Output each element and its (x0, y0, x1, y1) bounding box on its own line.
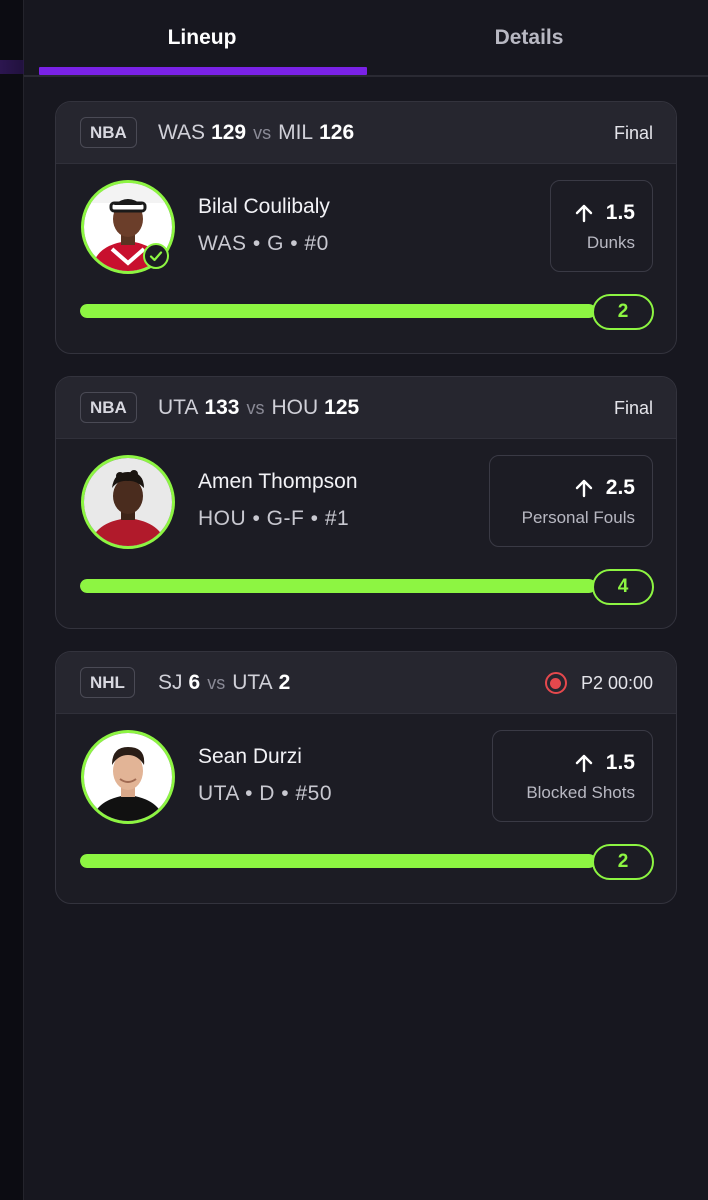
home-team: UTA (158, 396, 199, 419)
projection-box[interactable]: 2.5 Personal Fouls (489, 455, 653, 547)
checkmark-icon (143, 243, 169, 269)
vs-label: vs (207, 672, 226, 693)
league-badge: NBA (80, 392, 137, 423)
active-tab-indicator (39, 67, 367, 75)
home-team: SJ (158, 671, 183, 694)
vs-label: vs (253, 122, 272, 143)
arrow-up-icon (574, 478, 594, 498)
tab-details[interactable]: Details (366, 0, 692, 75)
player-meta: WAS • G • #0 (198, 232, 329, 255)
pick-card[interactable]: NBA WAS 129 vs MIL 126 Final Bilal Couli… (55, 101, 677, 354)
away-team: MIL (278, 121, 314, 144)
progress-bar (80, 854, 596, 868)
live-indicator-icon (544, 672, 567, 694)
line-value: 1.5 (605, 201, 635, 224)
stat-type: Blocked Shots (526, 783, 635, 802)
projection-line: 1.5 (574, 201, 635, 225)
home-team: WAS (158, 121, 206, 144)
player-name: Sean Durzi (198, 745, 302, 768)
projection-box[interactable]: 1.5 Blocked Shots (492, 730, 653, 822)
game-status: Final (614, 102, 653, 164)
game-status-text: P2 00:00 (580, 672, 653, 693)
projection-line: 2.5 (574, 476, 635, 500)
away-score: 2 (278, 671, 291, 694)
result-badge: 4 (592, 569, 654, 605)
projection-line: 1.5 (574, 751, 635, 775)
game-status-text: Final (613, 397, 653, 418)
game-header: NBA UTA 133 vs HOU 125 Final (56, 377, 676, 439)
matchup: WAS 129 vs MIL 126 (158, 102, 354, 164)
progress-fill (80, 854, 596, 868)
arrow-up-icon (574, 753, 594, 773)
projection-box[interactable]: 1.5 Dunks (550, 180, 653, 272)
player-name: Bilal Coulibaly (198, 195, 330, 218)
player-avatar (81, 730, 175, 824)
away-team: UTA (232, 671, 273, 694)
tab-bar: Lineup Details (24, 0, 708, 77)
line-value: 2.5 (605, 476, 635, 499)
league-badge: NBA (80, 117, 137, 148)
vs-label: vs (246, 397, 265, 418)
progress-bar (80, 304, 596, 318)
side-panel-edge (0, 0, 24, 1200)
away-score: 126 (319, 121, 355, 144)
pick-card[interactable]: NHL SJ 6 vs UTA 2 P2 00:00 Sean Durzi UT… (55, 651, 677, 904)
stat-type: Personal Fouls (521, 508, 635, 527)
matchup: UTA 133 vs HOU 125 (158, 377, 359, 439)
matchup: SJ 6 vs UTA 2 (158, 652, 290, 714)
progress-fill (80, 304, 596, 318)
home-score: 133 (204, 396, 240, 419)
side-panel-accent (0, 60, 24, 74)
player-meta: HOU • G-F • #1 (198, 507, 350, 530)
game-header: NBA WAS 129 vs MIL 126 Final (56, 102, 676, 164)
result-badge: 2 (592, 844, 654, 880)
home-score: 129 (211, 121, 247, 144)
player-name: Amen Thompson (198, 470, 358, 493)
player-photo-icon (84, 733, 172, 821)
away-score: 125 (324, 396, 360, 419)
player-meta: UTA • D • #50 (198, 782, 333, 805)
game-header: NHL SJ 6 vs UTA 2 P2 00:00 (56, 652, 676, 714)
line-value: 1.5 (605, 751, 635, 774)
home-score: 6 (188, 671, 201, 694)
arrow-up-icon (574, 203, 594, 223)
game-status: Final (614, 377, 653, 439)
player-photo-icon (84, 458, 172, 546)
game-status: P2 00:00 (544, 652, 653, 714)
away-team: HOU (271, 396, 319, 419)
stat-type: Dunks (586, 233, 635, 252)
player-avatar (81, 455, 175, 549)
progress-bar (80, 579, 596, 593)
result-badge: 2 (592, 294, 654, 330)
pick-card[interactable]: NBA UTA 133 vs HOU 125 Final Amen Thomps… (55, 376, 677, 629)
tab-lineup[interactable]: Lineup (39, 0, 365, 75)
progress-fill (80, 579, 596, 593)
league-badge: NHL (80, 667, 135, 698)
game-status-text: Final (613, 122, 653, 143)
